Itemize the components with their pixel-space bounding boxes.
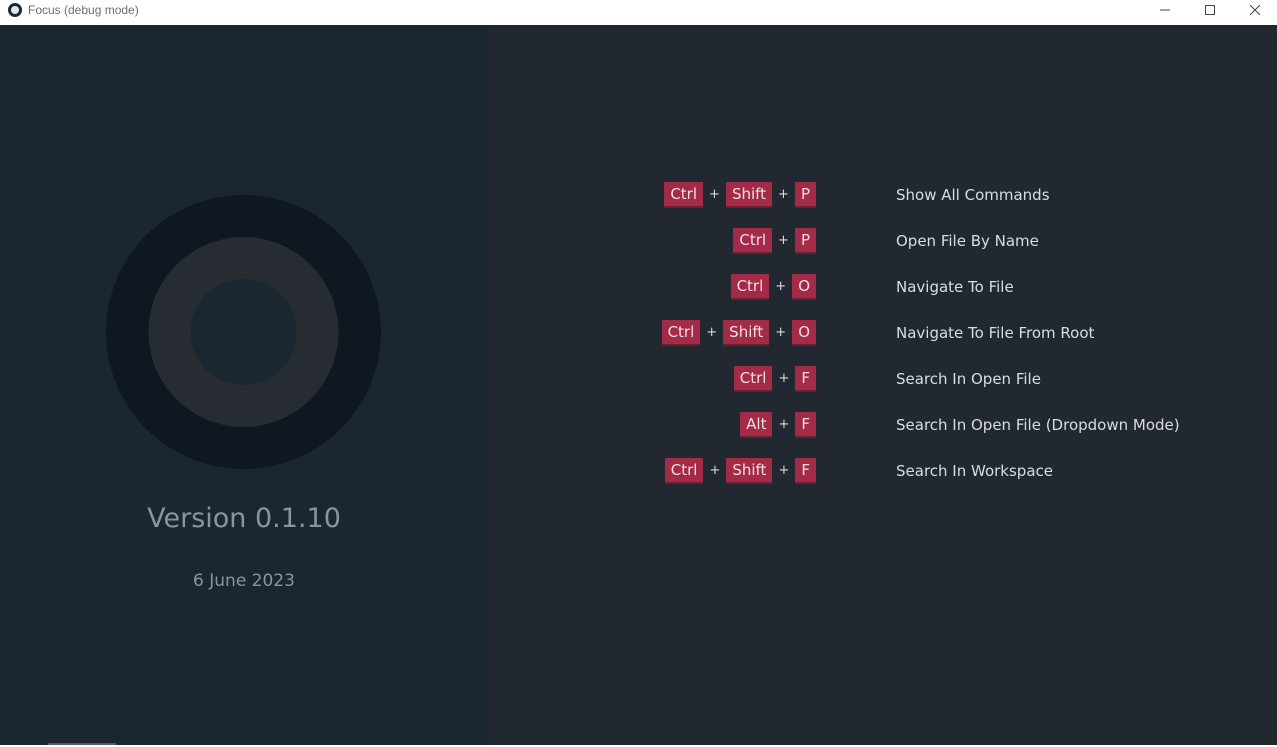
plus-separator: + <box>778 417 790 432</box>
close-icon <box>1250 5 1260 15</box>
command-label: Open File By Name <box>896 232 1039 250</box>
key-combo: Alt + F <box>740 410 816 440</box>
focus-logo-icon <box>106 195 381 469</box>
maximize-button[interactable] <box>1188 0 1232 20</box>
about-panel: Version 0.1.10 6 June 2023 <box>0 25 488 745</box>
shortcut-row: Alt + F Search In Open File (Dropdown Mode) <box>488 410 1277 440</box>
plus-separator: + <box>706 325 718 340</box>
shortcut-row: Ctrl + P Open File By Name <box>488 226 1277 256</box>
plus-separator: + <box>709 187 720 202</box>
shortcut-row: Ctrl + Shift + P Show All Commands <box>488 180 1277 210</box>
key-badge-f: F <box>795 458 816 484</box>
maximize-icon <box>1205 5 1215 15</box>
key-badge-alt: Alt <box>740 412 773 438</box>
key-combo: Ctrl + P <box>733 226 816 256</box>
plus-separator: + <box>775 325 787 340</box>
key-badge-o: O <box>792 320 816 346</box>
plus-separator: + <box>778 233 789 248</box>
command-label: Search In Open File <box>896 370 1041 388</box>
title-bar: Focus (debug mode) <box>0 0 1277 25</box>
window-title: Focus (debug mode) <box>28 3 139 17</box>
minimize-button[interactable] <box>1143 0 1187 20</box>
key-badge-ctrl: Ctrl <box>733 366 773 392</box>
key-combo: Ctrl + F <box>733 364 816 394</box>
plus-separator: + <box>778 371 790 386</box>
key-combo: Ctrl + Shift + O <box>661 318 816 348</box>
key-combo: Ctrl + O <box>730 272 816 302</box>
key-combo: Ctrl + Shift + F <box>664 456 816 486</box>
release-date: 6 June 2023 <box>193 571 295 591</box>
key-badge-p: P <box>794 228 816 254</box>
version-text: Version 0.1.10 <box>147 503 341 534</box>
minimize-icon <box>1160 9 1170 11</box>
shortcuts-panel: Ctrl + Shift + P Show All Commands Ctrl + P Open … <box>488 25 1277 745</box>
key-badge-p: P <box>794 182 816 208</box>
key-badge-shift: Shift <box>726 458 773 484</box>
key-badge-f: F <box>795 412 816 438</box>
key-badge-o: O <box>792 274 816 300</box>
command-label: Search In Open File (Dropdown Mode) <box>896 416 1180 434</box>
command-label: Search In Workspace <box>896 462 1053 480</box>
plus-separator: + <box>778 187 789 202</box>
command-label: Show All Commands <box>896 186 1050 204</box>
command-label: Navigate To File From Root <box>896 324 1095 342</box>
app-logo-icon[interactable] <box>8 3 22 17</box>
shortcut-row: Ctrl + F Search In Open File <box>488 364 1277 394</box>
key-badge-f: F <box>795 366 816 392</box>
command-label: Navigate To File <box>896 278 1014 296</box>
key-badge-shift: Shift <box>723 320 770 346</box>
key-badge-ctrl: Ctrl <box>730 274 770 300</box>
plus-separator: + <box>778 463 790 478</box>
shortcut-row: Ctrl + O Navigate To File <box>488 272 1277 302</box>
key-combo: Ctrl + Shift + P <box>664 180 816 210</box>
bottom-edge-artifact <box>48 743 116 745</box>
key-badge-shift: Shift <box>725 182 773 208</box>
key-badge-ctrl: Ctrl <box>661 320 701 346</box>
shortcut-row: Ctrl + Shift + F Search In Workspace <box>488 456 1277 486</box>
close-button[interactable] <box>1233 0 1277 20</box>
key-badge-ctrl: Ctrl <box>664 458 704 484</box>
shortcut-row: Ctrl + Shift + O Navigate To File From Root <box>488 318 1277 348</box>
key-badge-ctrl: Ctrl <box>664 182 704 208</box>
plus-separator: + <box>709 463 721 478</box>
key-badge-ctrl: Ctrl <box>733 228 773 254</box>
plus-separator: + <box>775 279 787 294</box>
